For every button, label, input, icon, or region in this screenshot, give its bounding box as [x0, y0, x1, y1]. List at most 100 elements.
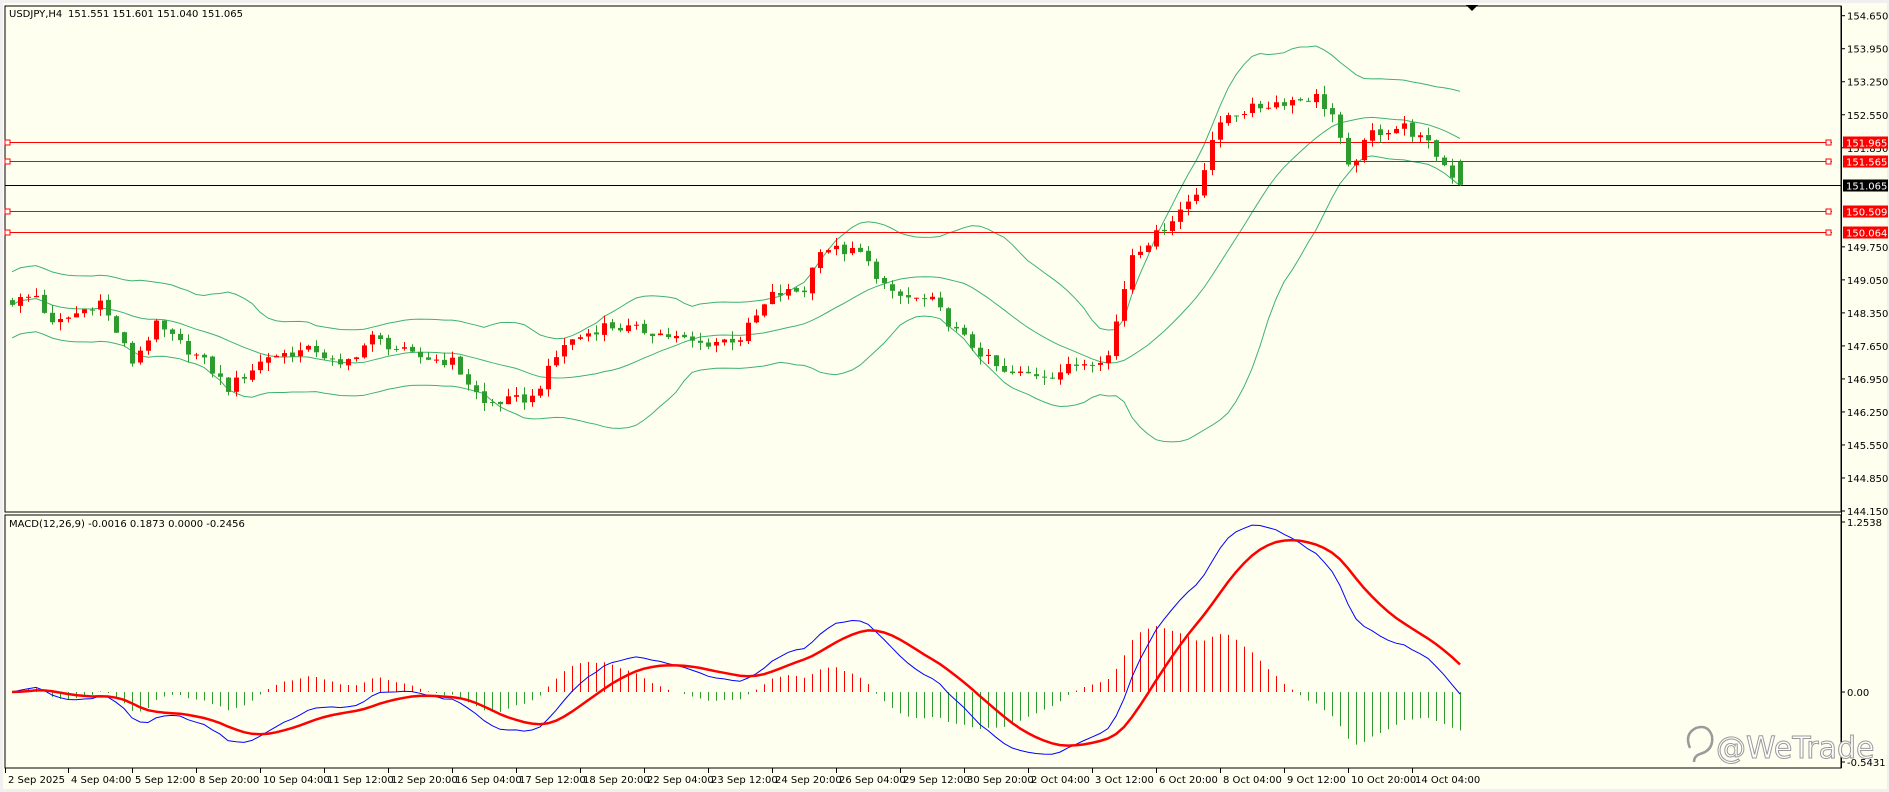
level-price-label: 150.509 — [1846, 208, 1887, 219]
candle-body — [594, 332, 599, 335]
candle-body — [570, 339, 575, 345]
candle-body — [1274, 102, 1279, 108]
candle-body — [34, 295, 39, 298]
candle-body — [994, 355, 999, 367]
candle-body — [354, 357, 359, 360]
candle-body — [778, 293, 783, 296]
candle-body — [322, 352, 327, 359]
macd-readout: MACD(12,26,9) -0.0016 0.1873 0.0000 -0.2… — [9, 519, 245, 530]
candle-body — [386, 337, 391, 350]
candle-body — [818, 252, 823, 269]
trading-chart[interactable]: 154.650153.950153.250152.550151.850149.7… — [0, 0, 1889, 792]
candle-body — [1370, 130, 1375, 141]
candle-body — [266, 357, 271, 363]
candle-body — [706, 342, 711, 347]
time-tick-label: 14 Oct 04:00 — [1415, 775, 1480, 786]
candle — [362, 343, 367, 359]
candle-body — [1066, 364, 1071, 374]
candle-body — [1314, 93, 1319, 103]
candle-body — [922, 298, 927, 300]
candle-body — [746, 322, 751, 342]
candle-body — [1170, 221, 1175, 232]
candle-body — [410, 346, 415, 352]
candle-body — [1186, 201, 1191, 210]
candle-body — [1442, 157, 1447, 166]
candle-body — [674, 335, 679, 339]
candle-body — [210, 356, 215, 374]
level-handle-left — [4, 158, 11, 165]
time-tick-label: 2 Oct 04:00 — [1031, 775, 1090, 786]
candle-body — [1450, 165, 1455, 178]
candle-body — [426, 357, 431, 360]
candle-body — [970, 334, 975, 348]
candle — [154, 319, 159, 343]
candle-body — [26, 296, 31, 298]
candle-body — [730, 338, 735, 343]
candle-body — [978, 347, 983, 357]
candle-body — [434, 359, 439, 361]
candle-body — [66, 317, 71, 319]
candle-body — [1154, 230, 1159, 247]
time-tick-label: 26 Sep 04:00 — [839, 775, 906, 786]
candle-body — [698, 340, 703, 343]
candle-body — [690, 336, 695, 341]
candle-body — [666, 334, 671, 338]
candle-body — [866, 250, 871, 262]
candle-body — [42, 294, 47, 313]
candle-body — [1162, 229, 1167, 232]
candle-body — [178, 333, 183, 341]
candle-body — [810, 267, 815, 294]
candle — [1130, 248, 1135, 294]
candle-body — [1002, 365, 1007, 372]
candle-body — [554, 357, 559, 366]
watermark-logo: @WeTrade — [1686, 725, 1875, 767]
level-handle-left — [4, 208, 11, 215]
candle — [1362, 138, 1367, 163]
time-tick-label: 2 Sep 2025 — [8, 775, 65, 786]
candle-body — [82, 309, 87, 314]
candle-body — [1098, 362, 1103, 365]
candle-body — [1250, 103, 1255, 113]
candle-body — [1130, 255, 1135, 290]
candle-body — [330, 358, 335, 360]
candle-body — [130, 342, 135, 364]
candle-body — [946, 308, 951, 327]
candle-body — [578, 337, 583, 339]
time-tick-label: 3 Oct 12:00 — [1095, 775, 1154, 786]
time-tick-label: 12 Sep 20:00 — [391, 775, 458, 786]
candle-body — [1458, 161, 1463, 185]
candle-body — [930, 296, 935, 300]
candle-body — [802, 290, 807, 293]
chart-background — [3, 3, 1887, 789]
time-tick-label: 4 Sep 04:00 — [71, 775, 131, 786]
time-tick-label: 9 Oct 12:00 — [1287, 775, 1346, 786]
candle-body — [1202, 170, 1207, 196]
candle-body — [1178, 209, 1183, 222]
candle-body — [738, 340, 743, 342]
candle-body — [458, 356, 463, 375]
candle-body — [474, 385, 479, 393]
candle-body — [1322, 94, 1327, 110]
level-handle-right — [1825, 139, 1832, 146]
candle-body — [1106, 355, 1111, 364]
candle-body — [98, 300, 103, 310]
time-tick-label: 18 Sep 20:00 — [583, 775, 650, 786]
level-handle-right — [1825, 208, 1832, 215]
price-tick-label: 154.650 — [1847, 12, 1888, 23]
candle-body — [1114, 321, 1119, 357]
price-tick-label: 153.250 — [1847, 78, 1888, 89]
price-tick-label: 146.250 — [1847, 408, 1888, 419]
candle-body — [642, 323, 647, 334]
candle — [458, 355, 463, 375]
candle-body — [466, 374, 471, 385]
candle-body — [1138, 251, 1143, 255]
candle-body — [546, 365, 551, 390]
candle-body — [986, 354, 991, 357]
time-tick-label: 24 Sep 20:00 — [775, 775, 842, 786]
candle-body — [1282, 102, 1287, 106]
candle-body — [1010, 371, 1015, 374]
candle-body — [1266, 107, 1271, 109]
candle-body — [202, 354, 207, 358]
candle-body — [834, 245, 839, 250]
level-price-label: 151.965 — [1846, 139, 1887, 150]
